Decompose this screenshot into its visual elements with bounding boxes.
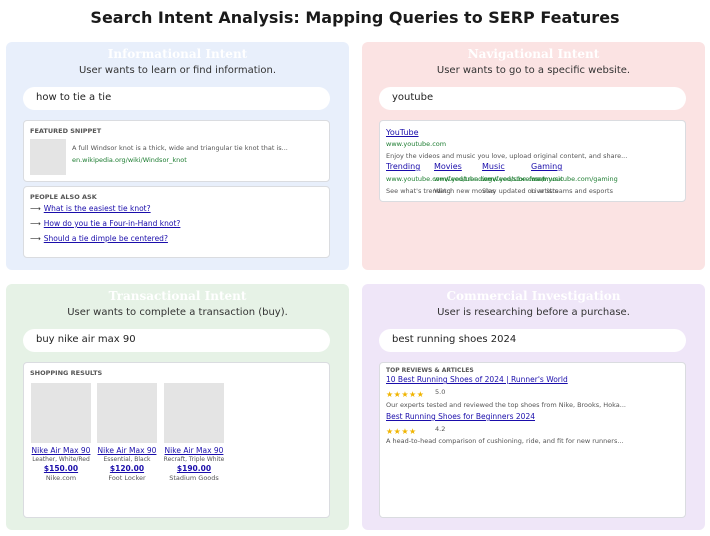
arrow-right-icon: ⟶ xyxy=(30,219,41,228)
product-description: Leather, White/Red xyxy=(32,456,90,463)
paa-question[interactable]: ⟶ Should a tie dimple be centered? xyxy=(30,234,168,243)
panel-heading: Informational Intent xyxy=(107,47,248,61)
product-image[interactable] xyxy=(31,383,91,443)
search-input[interactable]: buy nike air max 90 xyxy=(23,329,330,352)
result-title-link[interactable]: YouTube xyxy=(386,128,419,137)
snippet-text: A full Windsor knot is a thick, wide and… xyxy=(72,144,288,152)
panel-subtitle: User wants to complete a transaction (bu… xyxy=(67,307,288,318)
page-title: Search Intent Analysis: Mapping Queries … xyxy=(90,8,620,27)
featured-snippet-label: FEATURED SNIPPET xyxy=(30,127,102,135)
search-input[interactable]: best running shoes 2024 xyxy=(379,329,686,352)
result-url: www.youtube.com xyxy=(386,140,447,148)
top-reviews-label: TOP REVIEWS & ARTICLES xyxy=(386,367,474,374)
product-image[interactable] xyxy=(164,383,224,443)
paa-question[interactable]: ⟶ What is the easiest tie knot? xyxy=(30,204,151,213)
sitelink-url: www.youtube.com/gaming xyxy=(531,175,618,183)
product-store: Stadium Goods xyxy=(169,474,219,482)
product-store: Nike.com xyxy=(45,474,77,482)
product-name[interactable]: Nike Air Max 90 xyxy=(30,446,92,455)
panel-subtitle: User wants to learn or find information. xyxy=(78,65,277,76)
search-input[interactable]: youtube xyxy=(379,87,686,110)
panel-heading: Transactional Intent xyxy=(108,289,247,303)
arrow-right-icon: ⟶ xyxy=(30,234,41,243)
product-price: $190.00 xyxy=(176,464,212,473)
rating-value: 4.2 xyxy=(435,425,446,433)
product-card[interactable]: Nike Air Max 90 Essential, Black $120.00… xyxy=(96,383,158,482)
rating-value: 5.0 xyxy=(435,388,446,396)
sitelink-music[interactable]: Music xyxy=(482,162,505,171)
product-image[interactable] xyxy=(97,383,157,443)
featured-snippet-card: FEATURED SNIPPET A full Windsor knot is … xyxy=(23,120,330,182)
review-title-link[interactable]: 10 Best Running Shoes of 2024 | Runner's… xyxy=(386,375,568,384)
review-description: A head-to-head comparison of cushioning,… xyxy=(386,437,624,445)
panel-heading: Commercial Investigation xyxy=(446,289,621,303)
site-result-card: YouTube www.youtube.com Enjoy the videos… xyxy=(379,120,686,202)
product-description: Recraft, Triple White xyxy=(163,456,225,463)
product-price: $150.00 xyxy=(43,464,79,473)
navigational-intent-panel: Navigational Intent User wants to go to … xyxy=(362,42,705,270)
people-also-ask-label: PEOPLE ALSO ASK xyxy=(30,193,97,201)
shopping-results-card: SHOPPING RESULTS Nike Air Max 90 Leather… xyxy=(23,362,330,518)
shopping-results-label: SHOPPING RESULTS xyxy=(30,369,103,377)
product-name[interactable]: Nike Air Max 90 xyxy=(96,446,158,455)
result-description: Enjoy the videos and music you love, upl… xyxy=(386,152,628,160)
star-rating-icon: ★★★★ xyxy=(386,427,417,436)
product-description: Essential, Black xyxy=(103,456,151,463)
product-name[interactable]: Nike Air Max 90 xyxy=(163,446,225,455)
arrow-right-icon: ⟶ xyxy=(30,204,41,213)
top-reviews-card: TOP REVIEWS & ARTICLES 10 Best Running S… xyxy=(379,362,686,518)
sitelink-trending[interactable]: Trending xyxy=(386,162,420,171)
snippet-url[interactable]: en.wikipedia.org/wiki/Windsor_knot xyxy=(72,156,187,164)
search-input[interactable]: how to tie a tie xyxy=(23,87,330,110)
product-card[interactable]: Nike Air Max 90 Leather, White/Red $150.… xyxy=(30,383,92,482)
panel-subtitle: User wants to go to a specific website. xyxy=(436,65,631,76)
review-description: Our experts tested and reviewed the top … xyxy=(386,401,626,409)
panel-subtitle: User is researching before a purchase. xyxy=(437,307,630,318)
product-price: $120.00 xyxy=(109,464,145,473)
commercial-investigation-panel: Commercial Investigation User is researc… xyxy=(362,284,705,530)
paa-question[interactable]: ⟶ How do you tie a Four-in-Hand knot? xyxy=(30,219,180,228)
review-title-link[interactable]: Best Running Shoes for Beginners 2024 xyxy=(386,412,535,421)
product-store: Foot Locker xyxy=(108,474,146,482)
product-card[interactable]: Nike Air Max 90 Recraft, Triple White $1… xyxy=(163,383,225,482)
transactional-intent-panel: Transactional Intent User wants to compl… xyxy=(6,284,349,530)
people-also-ask-card: PEOPLE ALSO ASK ⟶ What is the easiest tie… xyxy=(23,186,330,258)
sitelink-movies[interactable]: Movies xyxy=(434,162,462,171)
sitelink-description: Live streams and esports xyxy=(531,187,613,195)
snippet-image xyxy=(30,139,66,175)
sitelink-gaming[interactable]: Gaming xyxy=(531,162,562,171)
panel-heading: Navigational Intent xyxy=(467,47,600,61)
star-rating-icon: ★★★★★ xyxy=(386,390,425,399)
informational-intent-panel: Informational Intent User wants to learn… xyxy=(6,42,349,270)
